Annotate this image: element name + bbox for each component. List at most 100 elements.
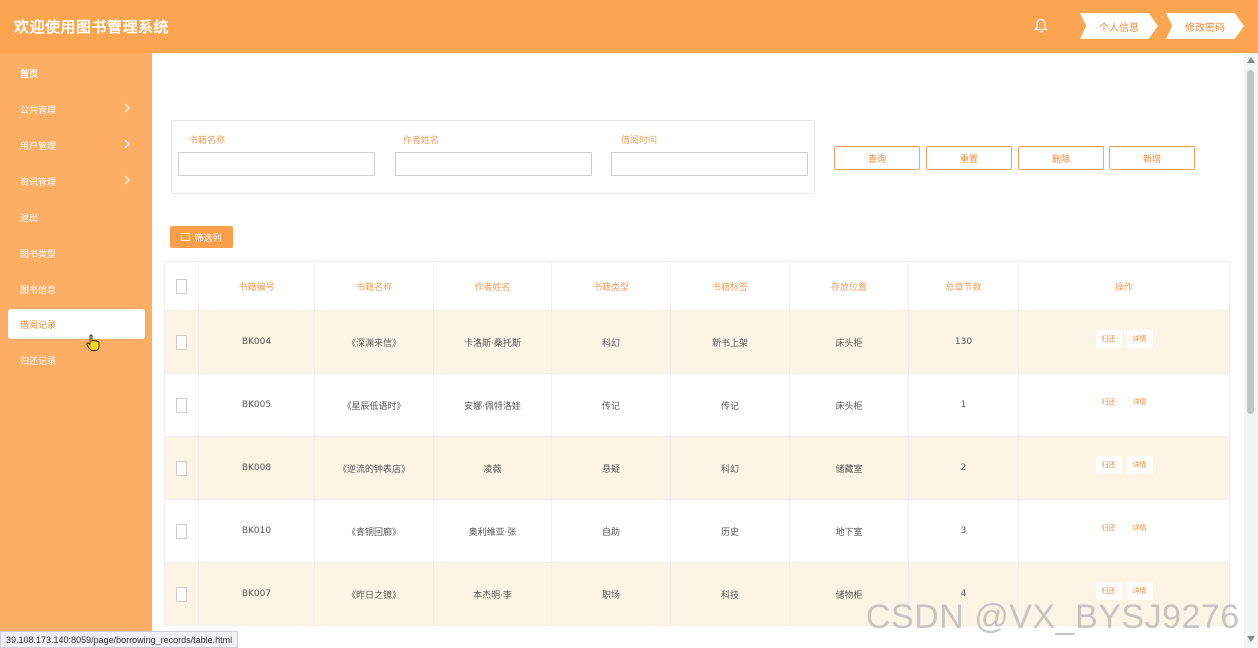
book-name-input[interactable] <box>178 152 375 176</box>
return-button[interactable]: 归还 <box>1095 330 1122 348</box>
book-tag-cell: 科幻 <box>671 437 790 499</box>
book-name-cell: 《青铜回廊》 <box>315 500 434 562</box>
filter-columns-button[interactable]: 筛选列 <box>170 226 233 248</box>
author-cell: 卡洛斯·桑托斯 <box>434 311 552 373</box>
return-button[interactable]: 归还 <box>1095 393 1122 411</box>
book-type-cell: 职场 <box>552 563 671 625</box>
column-header[interactable]: 书籍标签 <box>671 262 790 310</box>
author-cell: 本杰明·李 <box>434 563 552 625</box>
sidebar-item-news-management[interactable]: 资讯管理 <box>8 166 145 196</box>
column-header[interactable]: 作者姓名 <box>434 262 552 310</box>
author-label: 作者姓名 <box>403 136 440 146</box>
sidebar-item-label: 首页 <box>20 69 39 80</box>
book-tag-cell: 历史 <box>671 500 790 562</box>
chapters-cell: 1 <box>909 374 1019 436</box>
row-checkbox[interactable] <box>176 586 187 602</box>
return-button[interactable]: 归还 <box>1095 456 1122 474</box>
row-select-cell <box>164 500 199 562</box>
scroll-up-icon[interactable] <box>1247 57 1255 63</box>
reset-button[interactable]: 重置 <box>926 146 1012 170</box>
column-header[interactable]: 总章节数 <box>909 262 1019 310</box>
chapters-cell: 130 <box>909 311 1019 373</box>
author-cell: 安娜·佩特洛娃 <box>434 374 552 436</box>
sidebar-item-label: 用户管理 <box>20 141 57 152</box>
app-title: 欢迎使用图书管理系统 <box>14 18 170 36</box>
table-row: BK008 《逆流的钟表店》 凌薇 悬疑 科幻 储藏室 2 归还 详情 <box>164 437 1230 500</box>
row-checkbox[interactable] <box>176 523 187 539</box>
main-content: 书籍名称 作者姓名 借阅时间 查询 重置 删除 新增 筛选列 书籍编号 书籍名称… <box>152 53 1244 648</box>
row-select-cell <box>164 374 199 436</box>
table-row: BK004 《深渊来信》 卡洛斯·桑托斯 科幻 新书上架 床头柜 130 归还详… <box>164 311 1230 374</box>
column-header[interactable]: 书籍类型 <box>552 262 671 310</box>
table-icon <box>181 233 191 241</box>
scroll-thumb[interactable] <box>1247 70 1254 414</box>
book-id-cell: BK007 <box>199 563 315 625</box>
chevron-right-icon <box>124 103 130 113</box>
actions-cell: 归还 详情 <box>1019 500 1230 562</box>
status-bar-url: 39.108.173.140:8059/page/borrowing_recor… <box>0 631 239 648</box>
search-panel: 书籍名称 作者姓名 借阅时间 <box>171 120 815 194</box>
borrow-time-label: 借阅时间 <box>621 136 658 146</box>
column-header: 操作 <box>1019 262 1230 310</box>
row-select-cell <box>164 311 199 373</box>
select-all-checkbox[interactable] <box>176 278 187 294</box>
scroll-down-icon[interactable] <box>1247 636 1255 642</box>
author-cell: 凌薇 <box>434 437 552 499</box>
sidebar-item-logout[interactable]: 退出 <box>8 202 145 232</box>
actions-cell: 归还 详情 <box>1019 311 1230 373</box>
add-button[interactable]: 新增 <box>1109 146 1195 170</box>
book-type-cell: 传记 <box>552 374 671 436</box>
query-button[interactable]: 查询 <box>834 146 920 170</box>
detail-button[interactable]: 详情 <box>1126 456 1153 474</box>
location-cell: 地下室 <box>790 500 909 562</box>
book-type-cell: 悬疑 <box>552 437 671 499</box>
book-tag-cell: 科技 <box>671 563 790 625</box>
actions-cell: 归还 详情 <box>1019 374 1230 436</box>
location-cell: 储藏室 <box>790 437 909 499</box>
row-select-cell <box>164 563 199 625</box>
change-password-button[interactable]: 修改密码 <box>1166 13 1244 39</box>
actions-cell: 归还 详情 <box>1019 437 1230 499</box>
detail-button[interactable]: 详情 <box>1126 330 1153 348</box>
top-header: 欢迎使用图书管理系统 个人信息 修改密码 <box>0 0 1258 53</box>
book-name-cell: 《逆流的钟表店》 <box>315 437 434 499</box>
sidebar-item-label: 图书信息 <box>20 285 57 296</box>
select-all-cell <box>164 262 199 310</box>
borrow-time-input[interactable] <box>611 152 808 176</box>
table-header-row: 书籍编号 书籍名称 作者姓名 书籍类型 书籍标签 存放位置 总章节数 操作 <box>164 261 1230 311</box>
sidebar-item-home[interactable]: 首页 <box>8 58 145 88</box>
author-input[interactable] <box>395 152 592 176</box>
delete-button[interactable]: 删除 <box>1018 146 1104 170</box>
book-name-cell: 《深渊来信》 <box>315 311 434 373</box>
sidebar-item-return-records[interactable]: 归还记录 <box>8 345 145 375</box>
page-scrollbar[interactable] <box>1244 53 1258 648</box>
bell-icon[interactable] <box>1028 13 1054 39</box>
column-header[interactable]: 书籍编号 <box>199 262 315 310</box>
sidebar-item-book-info[interactable]: 图书信息 <box>8 274 145 304</box>
personal-info-button[interactable]: 个人信息 <box>1080 13 1158 39</box>
row-checkbox[interactable] <box>176 334 187 350</box>
column-header[interactable]: 存放位置 <box>790 262 909 310</box>
sidebar-item-borrowing-records[interactable]: 借阅记录 <box>8 309 145 339</box>
sidebar-item-book-types[interactable]: 图书类型 <box>8 238 145 268</box>
records-table: 书籍编号 书籍名称 作者姓名 书籍类型 书籍标签 存放位置 总章节数 操作 BK… <box>164 261 1230 626</box>
detail-button[interactable]: 详情 <box>1126 519 1153 537</box>
return-button[interactable]: 归还 <box>1095 519 1122 537</box>
hand-pointer-icon <box>86 334 100 351</box>
book-type-cell: 科幻 <box>552 311 671 373</box>
book-type-cell: 自助 <box>552 500 671 562</box>
row-checkbox[interactable] <box>176 397 187 413</box>
location-cell: 床头柜 <box>790 311 909 373</box>
row-select-cell <box>164 437 199 499</box>
chapters-cell: 3 <box>909 500 1019 562</box>
book-name-label: 书籍名称 <box>189 136 226 146</box>
column-header[interactable]: 书籍名称 <box>315 262 434 310</box>
sidebar-item-public-management[interactable]: 公共管理 <box>8 94 145 124</box>
book-tag-cell: 传记 <box>671 374 790 436</box>
row-checkbox[interactable] <box>176 460 187 476</box>
detail-button[interactable]: 详情 <box>1126 393 1153 411</box>
sidebar-item-label: 资讯管理 <box>20 177 57 188</box>
location-cell: 床头柜 <box>790 374 909 436</box>
sidebar-item-user-management[interactable]: 用户管理 <box>8 130 145 160</box>
chapters-cell: 2 <box>909 437 1019 499</box>
